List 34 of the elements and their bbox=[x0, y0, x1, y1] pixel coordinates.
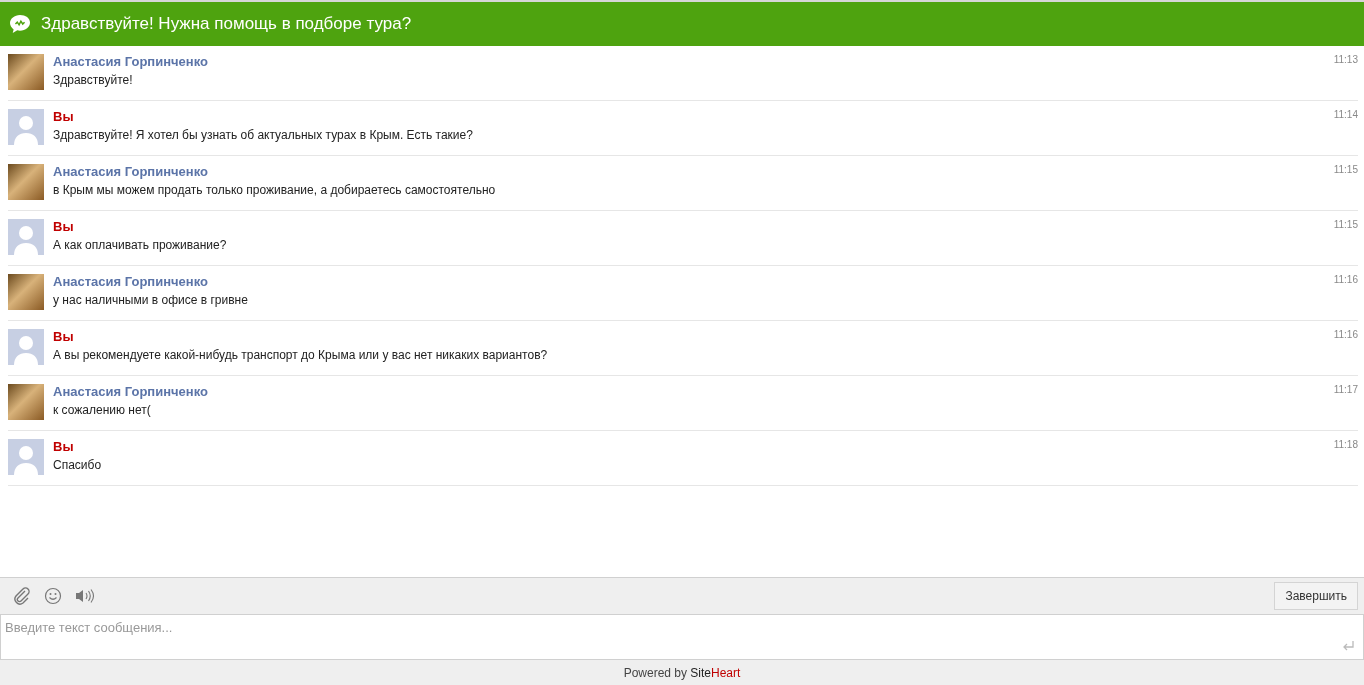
enter-key-icon bbox=[1341, 640, 1355, 652]
message-text: в Крым мы можем продать только проживание, а добираетесь самостоятельно bbox=[53, 183, 497, 197]
author-name: Вы bbox=[53, 109, 75, 124]
message-time: 11:15 bbox=[1333, 219, 1358, 232]
message-text: Здравствуйте! Я хотел бы узнать об актуальных турах в Крым. Есть такие? bbox=[53, 128, 474, 142]
message-text: к сожалению нет( bbox=[53, 403, 152, 417]
paperclip-icon[interactable] bbox=[13, 587, 31, 605]
message-time: 11:16 bbox=[1333, 329, 1358, 342]
message-text: А вы рекомендуете какой-нибудь транспорт до Крыма или у вас нет никаких вариантов? bbox=[53, 348, 549, 362]
message-time: 11:17 bbox=[1333, 384, 1358, 397]
message-text: Спасибо bbox=[53, 458, 103, 472]
message-input-field[interactable]: Введите текст сообщения... bbox=[0, 614, 1364, 660]
author-name: Вы bbox=[53, 439, 75, 454]
author-name: Анастасия Горпинченко bbox=[53, 274, 209, 289]
message-text: Здравствуйте! bbox=[53, 73, 134, 87]
message-time: 11:18 bbox=[1333, 439, 1358, 452]
author-name: Анастасия Горпинченко bbox=[53, 54, 209, 69]
message-time: 11:14 bbox=[1333, 109, 1358, 122]
author-name: Анастасия Горпинченко bbox=[53, 164, 209, 179]
author-name: Вы bbox=[53, 329, 75, 344]
speaker-icon[interactable] bbox=[75, 588, 95, 604]
message-text: у нас наличными в офисе в гривне bbox=[53, 293, 249, 307]
message-text: А как оплачивать проживание? bbox=[53, 238, 228, 252]
powered-by-text: Powered by SiteHeart bbox=[623, 665, 741, 680]
chat-bubble-icon bbox=[9, 14, 31, 34]
smiley-icon[interactable] bbox=[44, 587, 62, 605]
author-name: Вы bbox=[53, 219, 75, 234]
siteheart-link[interactable]: SiteHeart bbox=[690, 665, 741, 680]
message-time: 11:15 bbox=[1333, 164, 1358, 177]
message-time: 11:16 bbox=[1333, 274, 1358, 287]
end-chat-button[interactable]: Завершить bbox=[1274, 582, 1358, 610]
author-name: Анастасия Горпинченко bbox=[53, 384, 209, 399]
chat-title: Здравствуйте! Нужна помощь в подборе тура? bbox=[41, 14, 412, 34]
message-time: 11:13 bbox=[1333, 54, 1358, 67]
